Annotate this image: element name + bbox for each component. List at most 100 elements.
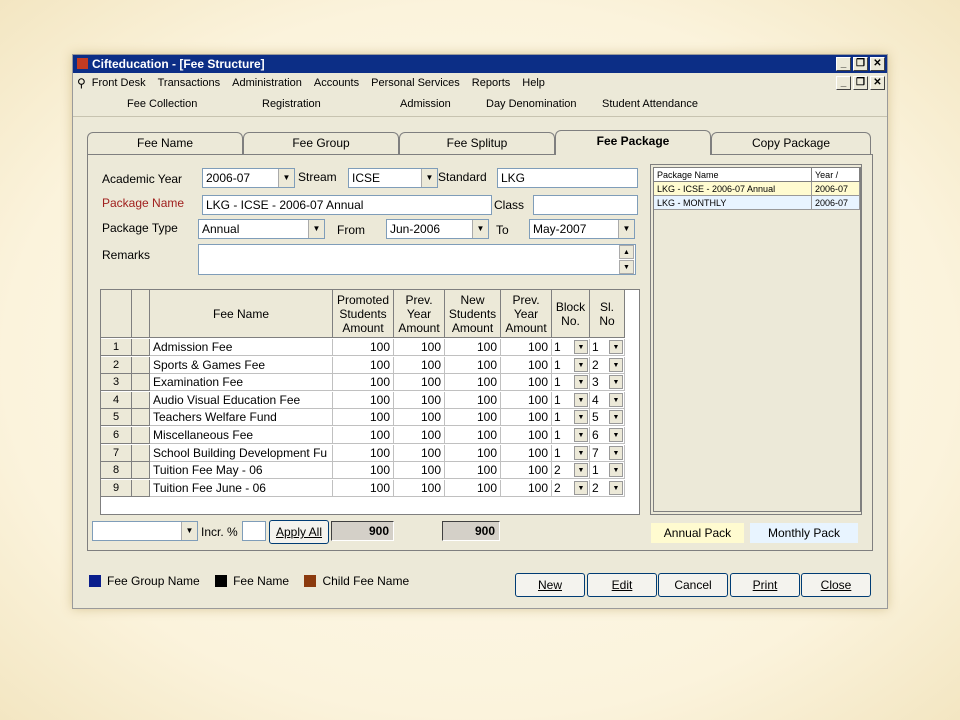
prev-year-amount-cell[interactable]: 100: [394, 427, 445, 444]
menu-personal-services[interactable]: Personal Services: [365, 73, 466, 93]
table-row[interactable]: 9 Tuition Fee June - 06 100 100 100 100 2 ▼ 2 ▼: [101, 479, 639, 497]
sl-no-select[interactable]: 2 ▼: [590, 356, 625, 374]
tab-fee-group[interactable]: Fee Group: [243, 132, 399, 154]
new-button[interactable]: New: [515, 573, 585, 597]
fee-name-cell[interactable]: Examination Fee: [150, 374, 333, 392]
close-window-button[interactable]: ✕: [870, 57, 885, 71]
prev-year-amount-cell[interactable]: 100: [501, 462, 552, 480]
fee-name-cell[interactable]: Admission Fee: [150, 339, 333, 356]
academic-year-select[interactable]: 2006-07 ▼: [202, 168, 295, 188]
tab-fee-name[interactable]: Fee Name: [87, 132, 243, 154]
menu-transactions[interactable]: Transactions: [152, 73, 227, 93]
tab-copy-package[interactable]: Copy Package: [711, 132, 871, 154]
fee-name-cell[interactable]: Teachers Welfare Fund: [150, 409, 333, 427]
row-selector[interactable]: [132, 356, 150, 374]
toolbar-student-attendance[interactable]: Student Attendance: [602, 98, 698, 110]
row-selector[interactable]: [132, 374, 150, 392]
new-students-amount-cell[interactable]: 100: [445, 339, 501, 356]
block-no-select[interactable]: 1 ▼: [552, 427, 590, 444]
prev-year-amount-cell[interactable]: 100: [394, 479, 445, 497]
menu-help[interactable]: Help: [516, 73, 551, 93]
package-row-annual-year[interactable]: 2006-07: [812, 182, 860, 196]
promoted-amount-cell[interactable]: 100: [333, 479, 394, 497]
prev-year-amount-cell[interactable]: 100: [394, 462, 445, 480]
promoted-amount-cell[interactable]: 100: [333, 391, 394, 409]
row-selector[interactable]: [132, 339, 150, 356]
increment-type-select[interactable]: ▼: [92, 521, 198, 541]
promoted-amount-cell[interactable]: 100: [333, 427, 394, 444]
print-button[interactable]: Print: [730, 573, 800, 597]
tab-fee-package[interactable]: Fee Package: [555, 130, 711, 155]
prev-year-amount-cell[interactable]: 100: [501, 409, 552, 427]
table-row[interactable]: 2 Sports & Games Fee 100 100 100 100 1 ▼ 2 ▼: [101, 356, 639, 374]
promoted-amount-cell[interactable]: 100: [333, 409, 394, 427]
edit-button[interactable]: Edit: [587, 573, 657, 597]
toolbar-day-denomination[interactable]: Day Denomination: [486, 98, 577, 110]
row-selector[interactable]: [132, 391, 150, 409]
minimize-button[interactable]: _: [836, 57, 851, 71]
menu-accounts[interactable]: Accounts: [308, 73, 365, 93]
block-no-select[interactable]: 2 ▼: [552, 462, 590, 480]
sl-no-select[interactable]: 3 ▼: [590, 374, 625, 392]
new-students-amount-cell[interactable]: 100: [445, 409, 501, 427]
child-minimize-button[interactable]: _: [836, 76, 851, 90]
prev-year-amount-cell[interactable]: 100: [394, 444, 445, 462]
prev-year-amount-cell[interactable]: 100: [501, 339, 552, 356]
table-row[interactable]: 1 Admission Fee 100 100 100 100 1 ▼ 1 ▼: [101, 339, 639, 356]
from-select[interactable]: Jun-2006 ▼: [386, 219, 489, 239]
menu-front-desk[interactable]: Front Desk: [86, 73, 152, 93]
promoted-amount-cell[interactable]: 100: [333, 374, 394, 392]
table-row[interactable]: 5 Teachers Welfare Fund 100 100 100 100 1 ▼ 5 ▼: [101, 409, 639, 427]
toolbar-registration[interactable]: Registration: [262, 98, 321, 110]
block-no-select[interactable]: 1 ▼: [552, 339, 590, 356]
sl-no-select[interactable]: 1 ▼: [590, 339, 625, 356]
prev-year-amount-cell[interactable]: 100: [501, 356, 552, 374]
promoted-amount-cell[interactable]: 100: [333, 444, 394, 462]
block-no-select[interactable]: 1 ▼: [552, 374, 590, 392]
row-selector[interactable]: [132, 462, 150, 480]
apply-all-button[interactable]: Apply All: [269, 520, 329, 544]
block-no-select[interactable]: 1 ▼: [552, 409, 590, 427]
standard-field[interactable]: LKG: [497, 168, 638, 188]
menu-reports[interactable]: Reports: [466, 73, 517, 93]
prev-year-amount-cell[interactable]: 100: [501, 444, 552, 462]
promoted-amount-cell[interactable]: 100: [333, 462, 394, 480]
sl-no-select[interactable]: 4 ▼: [590, 391, 625, 409]
table-row[interactable]: 7 School Building Development Fu 100 100 100…: [101, 444, 639, 462]
block-no-select[interactable]: 1 ▼: [552, 391, 590, 409]
fee-name-cell[interactable]: Audio Visual Education Fee: [150, 391, 333, 409]
menu-administration[interactable]: Administration: [226, 73, 308, 93]
fee-name-cell[interactable]: Tuition Fee May - 06: [150, 462, 333, 480]
remarks-scroll-up[interactable]: ▲: [619, 245, 634, 259]
prev-year-amount-cell[interactable]: 100: [394, 374, 445, 392]
prev-year-amount-cell[interactable]: 100: [501, 374, 552, 392]
package-type-select[interactable]: Annual ▼: [198, 219, 325, 239]
child-restore-button[interactable]: ❐: [853, 76, 868, 90]
monthly-pack-button[interactable]: Monthly Pack: [750, 523, 858, 543]
annual-pack-button[interactable]: Annual Pack: [651, 523, 744, 543]
new-students-amount-cell[interactable]: 100: [445, 479, 501, 497]
remarks-field[interactable]: [198, 244, 636, 275]
remarks-scroll-down[interactable]: ▼: [619, 260, 634, 274]
toolbar-fee-collection[interactable]: Fee Collection: [127, 98, 197, 110]
prev-year-amount-cell[interactable]: 100: [501, 391, 552, 409]
new-students-amount-cell[interactable]: 100: [445, 391, 501, 409]
row-selector[interactable]: [132, 427, 150, 444]
fee-name-cell[interactable]: Sports & Games Fee: [150, 356, 333, 374]
row-selector[interactable]: [132, 479, 150, 497]
block-no-select[interactable]: 1 ▼: [552, 444, 590, 462]
stream-select[interactable]: ICSE ▼: [348, 168, 438, 188]
cancel-button[interactable]: Cancel: [658, 573, 728, 597]
package-row-monthly[interactable]: LKG - MONTHLY: [654, 196, 812, 210]
table-row[interactable]: 8 Tuition Fee May - 06 100 100 100 100 2 ▼ 1 ▼: [101, 462, 639, 480]
tab-fee-splitup[interactable]: Fee Splitup: [399, 132, 555, 154]
new-students-amount-cell[interactable]: 100: [445, 356, 501, 374]
table-row[interactable]: 3 Examination Fee 100 100 100 100 1 ▼ 3 ▼: [101, 374, 639, 392]
fee-name-cell[interactable]: School Building Development Fu: [150, 444, 333, 462]
row-selector[interactable]: [132, 409, 150, 427]
new-students-amount-cell[interactable]: 100: [445, 462, 501, 480]
child-close-button[interactable]: ✕: [870, 76, 885, 90]
promoted-amount-cell[interactable]: 100: [333, 339, 394, 356]
package-row-monthly-year[interactable]: 2006-07: [812, 196, 860, 210]
sl-no-select[interactable]: 6 ▼: [590, 427, 625, 444]
